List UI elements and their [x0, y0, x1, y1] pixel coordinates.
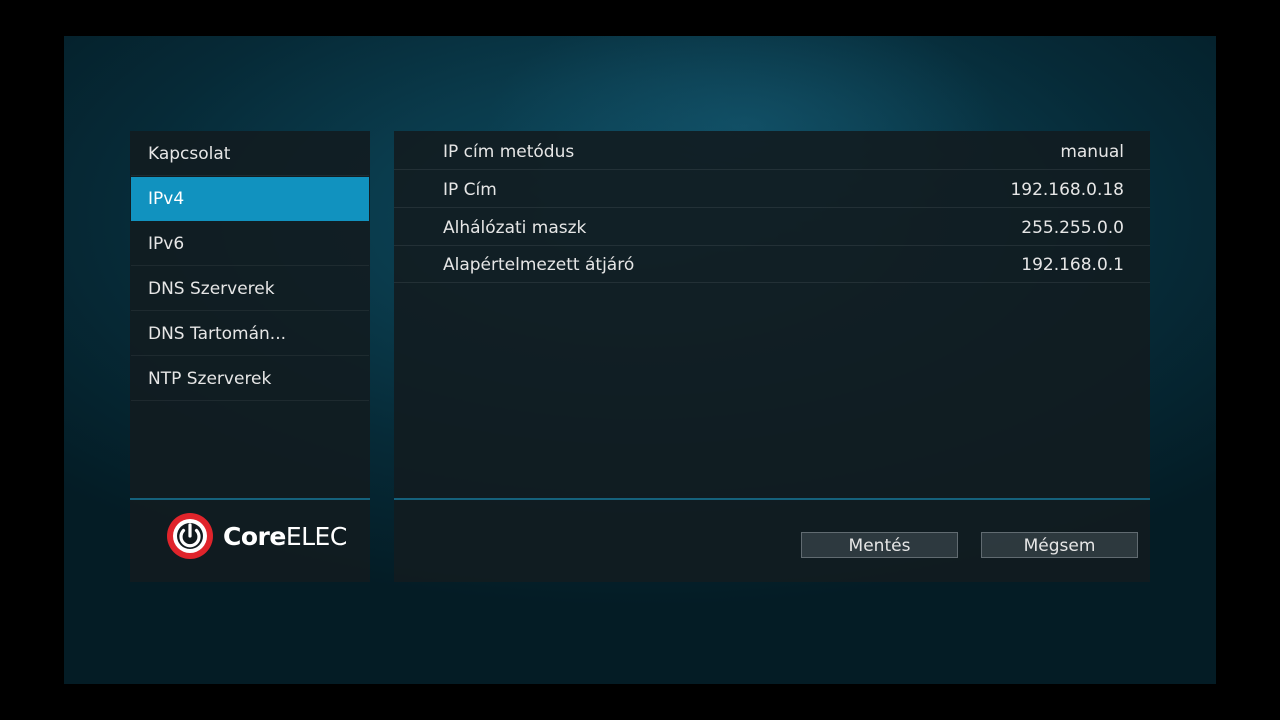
power-icon: [167, 513, 213, 559]
logo-text-regular: ELEC: [285, 522, 347, 551]
sidebar-item-dns-domain[interactable]: DNS Tartomán...: [131, 312, 369, 356]
setting-row-ip-method[interactable]: IP cím metódus manual: [394, 132, 1150, 170]
logo-text-bold: Core: [223, 522, 286, 551]
panel-divider: [394, 498, 1150, 500]
logo-text: CoreELEC: [223, 522, 347, 552]
setting-value: 192.168.0.1: [1021, 255, 1124, 275]
setting-label: IP Cím: [443, 180, 497, 200]
sidebar: Kapcsolat IPv4 IPv6 DNS Szerverek DNS Ta…: [130, 131, 370, 582]
setting-value: 192.168.0.18: [1010, 180, 1124, 200]
save-button[interactable]: Mentés: [801, 532, 958, 558]
setting-row-subnet-mask[interactable]: Alhálózati maszk 255.255.0.0: [394, 208, 1150, 246]
setting-row-default-gateway[interactable]: Alapértelmezett átjáró 192.168.0.1: [394, 245, 1150, 283]
setting-row-ip-address[interactable]: IP Cím 192.168.0.18: [394, 170, 1150, 208]
sidebar-item-ipv4[interactable]: IPv4: [131, 177, 369, 221]
sidebar-item-kapcsolat[interactable]: Kapcsolat: [131, 132, 369, 176]
setting-label: IP cím metódus: [443, 142, 575, 162]
corelec-logo: CoreELEC: [130, 500, 370, 582]
sidebar-item-ntp-servers[interactable]: NTP Szerverek: [131, 357, 369, 401]
sidebar-item-ipv6[interactable]: IPv6: [131, 222, 369, 266]
sidebar-item-dns-servers[interactable]: DNS Szerverek: [131, 267, 369, 311]
settings-panel: IP cím metódus manual IP Cím 192.168.0.1…: [394, 131, 1150, 582]
setting-value: 255.255.0.0: [1021, 218, 1124, 238]
cancel-button[interactable]: Mégsem: [981, 532, 1138, 558]
setting-label: Alhálózati maszk: [443, 218, 587, 238]
setting-value: manual: [1060, 142, 1124, 162]
setting-label: Alapértelmezett átjáró: [443, 255, 635, 275]
